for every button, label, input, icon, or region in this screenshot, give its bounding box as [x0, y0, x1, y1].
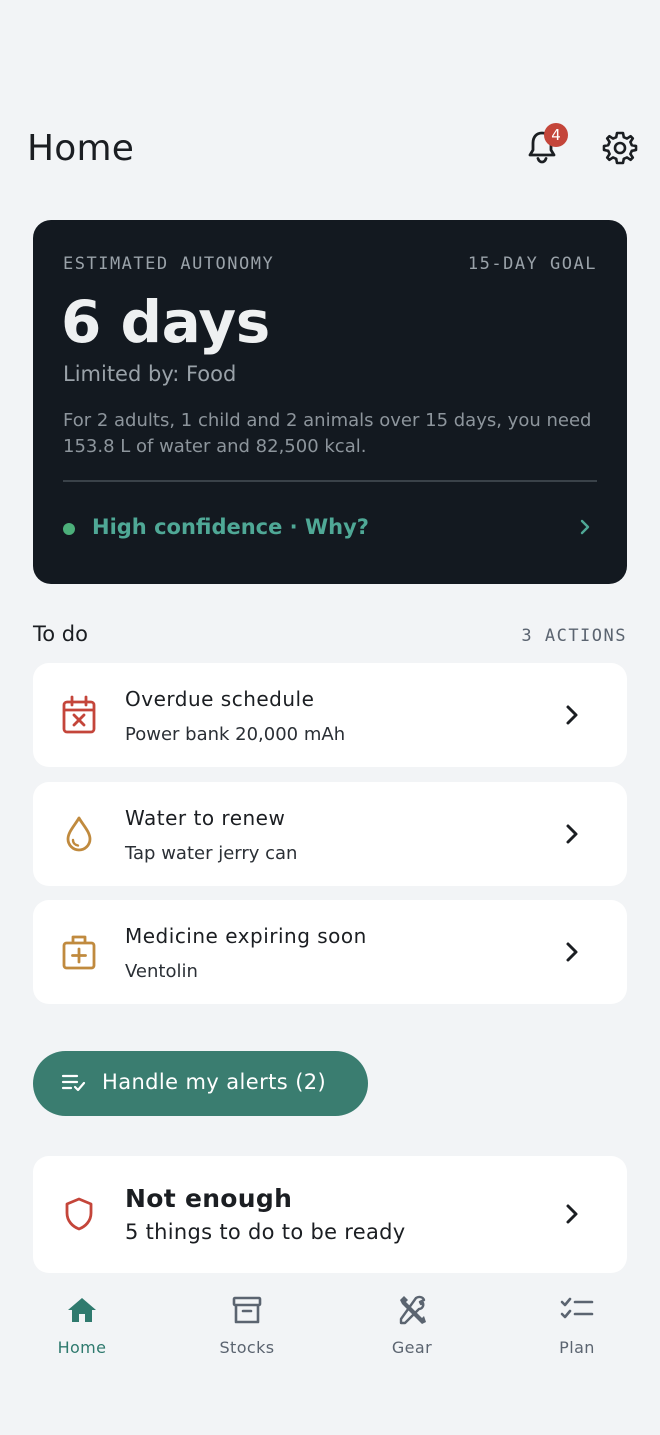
todo-section-header: To do 3 ACTIONS — [33, 620, 627, 650]
chevron-right-icon — [566, 705, 578, 725]
todo-item-subtitle: Tap water jerry can — [125, 843, 298, 864]
handle-alerts-button[interactable]: Handle my alerts (2) — [33, 1051, 368, 1116]
checklist-icon — [61, 1074, 86, 1092]
water-drop-icon — [66, 816, 92, 852]
limiting-factor: Limited by: Food — [63, 362, 237, 386]
home-icon — [68, 1298, 96, 1322]
chevron-right-icon — [566, 942, 578, 962]
readiness-card[interactable]: Not enough 5 things to do to be ready — [33, 1156, 627, 1273]
notification-badge: 4 — [544, 123, 568, 147]
todo-count: 3 ACTIONS — [521, 626, 627, 646]
nav-item-gear[interactable]: Gear — [352, 1294, 472, 1374]
todo-item-title: Water to renew — [125, 806, 286, 830]
nav-label: Gear — [391, 1338, 433, 1357]
readiness-status: Not enough — [125, 1184, 293, 1213]
nav-item-home[interactable]: Home — [22, 1294, 142, 1374]
confidence-label: High confidence · Why? — [92, 515, 369, 539]
chevron-right-icon — [580, 519, 590, 535]
goal-label: 15-DAY GOAL — [467, 254, 597, 274]
tools-icon — [399, 1295, 426, 1325]
todo-item-title: Overdue schedule — [125, 687, 315, 711]
card-divider — [63, 480, 597, 482]
shield-icon — [65, 1197, 93, 1231]
archive-box-icon — [232, 1296, 262, 1324]
nav-label: Home — [57, 1338, 107, 1357]
nav-item-stocks[interactable]: Stocks — [187, 1294, 307, 1374]
needs-description: For 2 adults, 1 child and 2 animals over… — [63, 410, 592, 457]
readiness-subtitle: 5 things to do to be ready — [125, 1220, 406, 1244]
bottom-navigation: Home Stocks Gear Plan — [0, 1280, 660, 1435]
todo-item-medicine-expiring[interactable]: Medicine expiring soon Ventolin — [33, 900, 627, 1004]
todo-item-overdue-schedule[interactable]: Overdue schedule Power bank 20,000 mAh — [33, 663, 627, 767]
autonomy-eyebrow: ESTIMATED AUTONOMY — [63, 254, 275, 274]
nav-label: Plan — [559, 1338, 595, 1357]
notifications-button[interactable]: 4 — [520, 123, 568, 172]
app-header: Home 4 — [0, 118, 660, 178]
chevron-right-icon — [566, 824, 578, 844]
chevron-right-icon — [566, 1204, 578, 1224]
todo-item-subtitle: Ventolin — [125, 961, 198, 982]
confidence-dot-icon — [63, 523, 75, 535]
todo-item-subtitle: Power bank 20,000 mAh — [125, 724, 346, 745]
calendar-x-icon — [62, 695, 96, 734]
handle-alerts-label: Handle my alerts (2) — [102, 1070, 327, 1094]
autonomy-value: 6 days — [61, 288, 270, 356]
medical-kit-icon — [62, 935, 96, 970]
autonomy-card: ESTIMATED AUTONOMY 15-DAY GOAL 6 days Li… — [33, 220, 627, 584]
nav-item-plan[interactable]: Plan — [517, 1294, 637, 1374]
todo-item-water-renew[interactable]: Water to renew Tap water jerry can — [33, 782, 627, 886]
settings-button[interactable] — [598, 126, 642, 170]
gear-icon — [602, 131, 638, 165]
checklist-icon — [560, 1297, 594, 1319]
nav-label: Stocks — [219, 1338, 275, 1357]
todo-title: To do — [33, 622, 88, 646]
confidence-link[interactable]: High confidence · Why? — [63, 508, 597, 548]
todo-item-title: Medicine expiring soon — [125, 924, 367, 948]
page-title: Home — [27, 128, 135, 169]
